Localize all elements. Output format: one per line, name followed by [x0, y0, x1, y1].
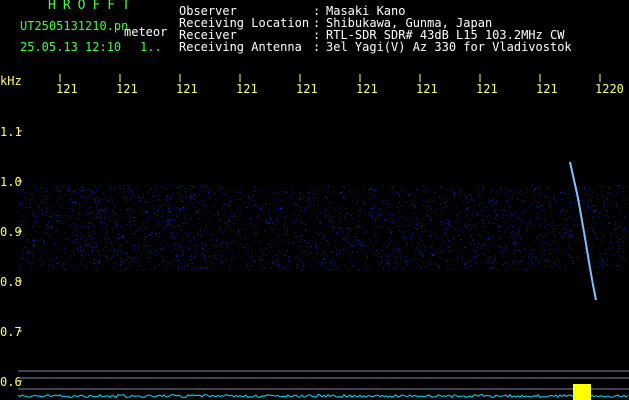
signal-level-trace	[17, 393, 629, 399]
spectrogram-window: { "header": { "brand": "HROFFT", "filena…	[0, 0, 629, 400]
spectrogram-plot	[17, 74, 629, 400]
signal-burst	[573, 384, 591, 400]
axis-ticks	[18, 74, 601, 382]
noise-band	[18, 185, 627, 271]
